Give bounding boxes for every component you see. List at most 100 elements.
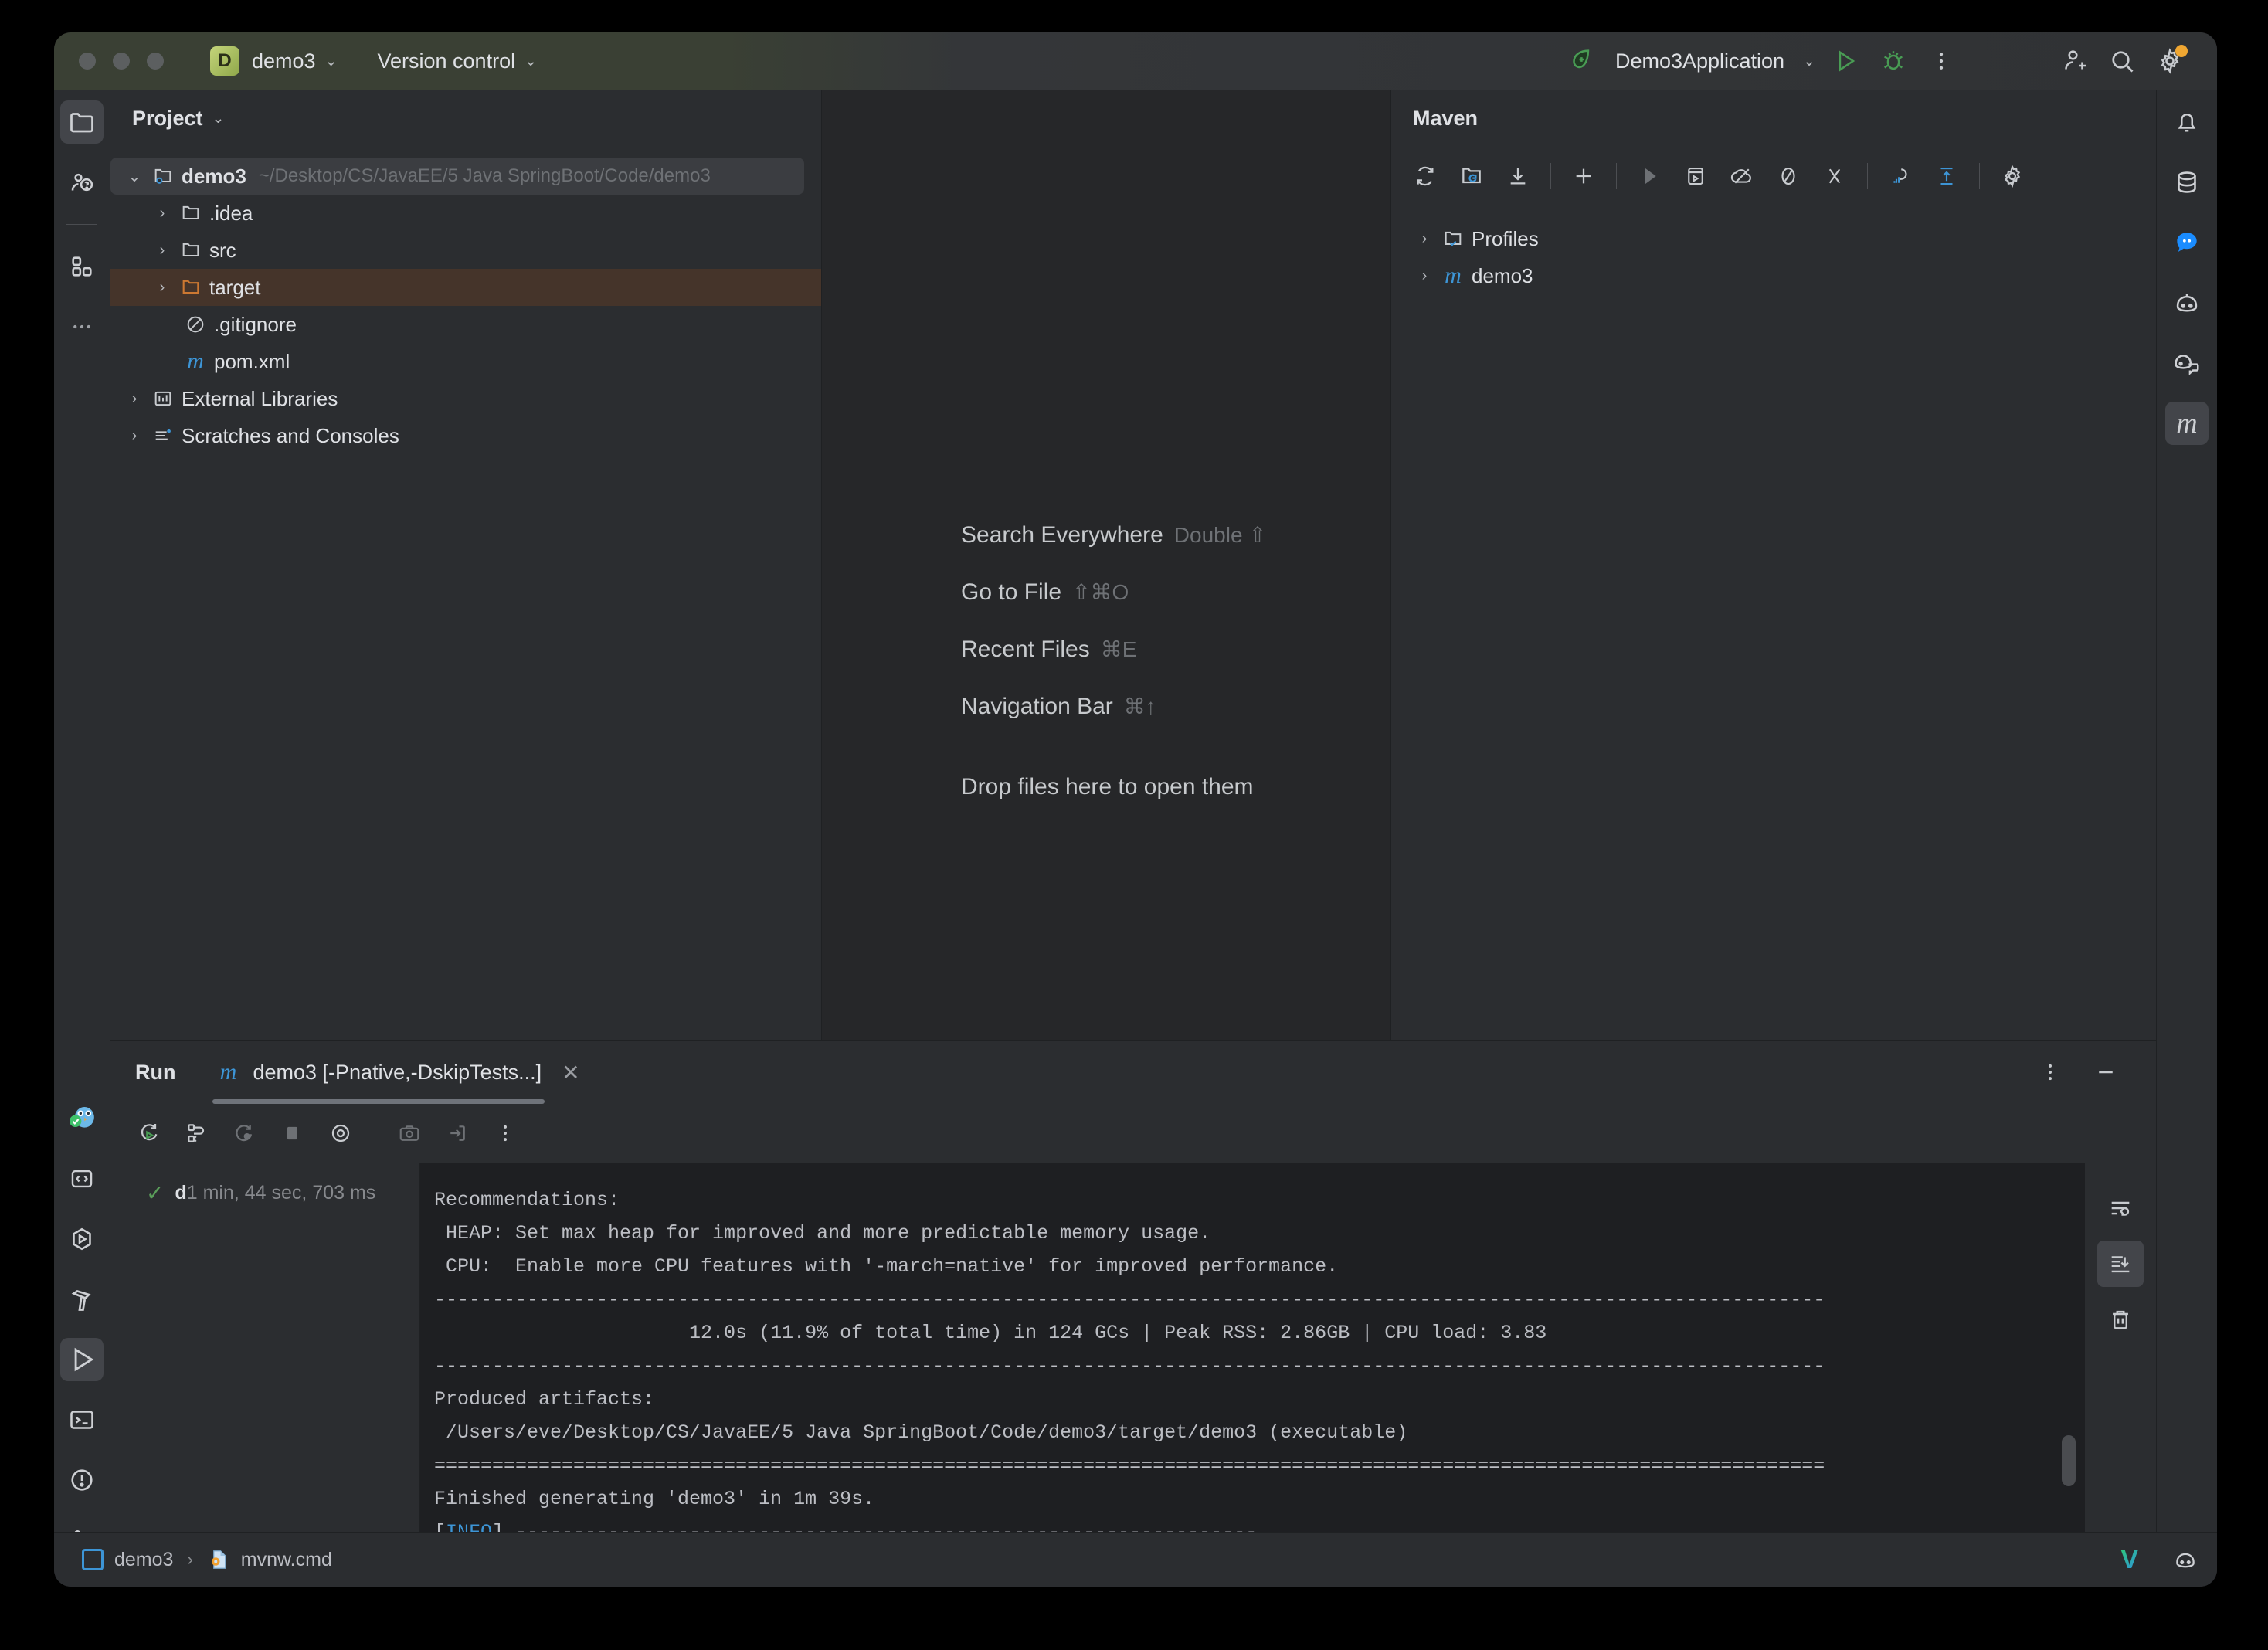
- maximize-window-button[interactable]: [147, 53, 164, 70]
- run-console-output[interactable]: Recommendations: HEAP: Set max heap for …: [420, 1163, 2085, 1587]
- sidebar-item-services[interactable]: [60, 1217, 104, 1261]
- search-icon[interactable]: [2098, 39, 2146, 83]
- tree-item-target[interactable]: › target: [110, 269, 821, 306]
- expand-arrow-icon[interactable]: ›: [1411, 267, 1438, 285]
- export-icon[interactable]: [436, 1112, 479, 1155]
- maven-tree-item-demo3[interactable]: › m demo3: [1401, 257, 2156, 294]
- breadcrumb-file-label[interactable]: mvnw.cmd: [241, 1549, 332, 1571]
- hint-go-to-file[interactable]: Go to File ⇧⌘O: [961, 579, 1267, 606]
- sidebar-item-problems[interactable]: [60, 1458, 104, 1502]
- tree-item-scratches[interactable]: › Scratches and Consoles: [110, 417, 821, 454]
- tree-item-gitignore[interactable]: .gitignore: [110, 306, 821, 343]
- run-configuration-label[interactable]: Demo3Application: [1615, 49, 1784, 73]
- project-chevron-down-icon[interactable]: ⌄: [325, 53, 338, 70]
- minimize-window-button[interactable]: [113, 53, 130, 70]
- gear-icon[interactable]: [1991, 154, 2034, 198]
- maven-tree-item-profiles[interactable]: › Profiles: [1401, 220, 2156, 257]
- sidebar-item-endpoints[interactable]: [60, 1157, 104, 1200]
- run-button[interactable]: [1822, 39, 1869, 83]
- version-control-chevron-down-icon[interactable]: ⌄: [525, 53, 537, 70]
- console-vertical-scrollbar[interactable]: [2062, 1435, 2076, 1486]
- hint-recent-files[interactable]: Recent Files ⌘E: [961, 637, 1267, 663]
- soft-wrap-icon[interactable]: [2097, 1185, 2144, 1231]
- offline-icon[interactable]: [1720, 154, 1764, 198]
- trash-icon[interactable]: [2097, 1296, 2144, 1343]
- dependencies-icon[interactable]: [1879, 154, 1922, 198]
- run-config-chevron-down-icon[interactable]: ⌄: [1803, 53, 1815, 70]
- sidebar-item-ai-assistant[interactable]: [60, 161, 104, 204]
- more-vertical-icon[interactable]: [484, 1112, 527, 1155]
- hint-shortcut: Double ⇧: [1173, 523, 1267, 547]
- sidebar-item-code-with-me[interactable]: [2165, 341, 2209, 385]
- expand-arrow-icon[interactable]: ⌄: [121, 167, 148, 186]
- minimize-icon[interactable]: [2082, 1050, 2130, 1095]
- expand-arrow-icon[interactable]: ›: [121, 390, 148, 408]
- run-tree-node[interactable]: ✓ d 1 min, 44 sec, 703 ms: [110, 1163, 419, 1206]
- tree-label: demo3: [182, 164, 246, 188]
- v-logo-icon[interactable]: V: [2120, 1545, 2138, 1575]
- plus-icon[interactable]: [1562, 154, 1605, 198]
- stop-icon[interactable]: [271, 1112, 314, 1155]
- rerun-failed-icon[interactable]: [175, 1112, 219, 1155]
- camera-icon[interactable]: [388, 1112, 431, 1155]
- tree-item-pom[interactable]: m pom.xml: [110, 343, 821, 380]
- expand-arrow-icon[interactable]: ›: [1411, 230, 1438, 248]
- sidebar-item-build[interactable]: [60, 1278, 104, 1321]
- hint-navigation-bar[interactable]: Navigation Bar ⌘↑: [961, 694, 1267, 720]
- tree-item-idea[interactable]: › .idea: [110, 195, 821, 232]
- sidebar-item-project[interactable]: [60, 100, 104, 144]
- run-test-tree[interactable]: ✓ d 1 min, 44 sec, 703 ms: [110, 1163, 420, 1587]
- reload-icon[interactable]: [1404, 154, 1447, 198]
- run-configuration-selector[interactable]: Demo3Application ⌄: [1561, 46, 1822, 76]
- sidebar-item-structure[interactable]: [60, 245, 104, 288]
- sidebar-item-ai-chat[interactable]: [2165, 221, 2209, 264]
- close-window-button[interactable]: [79, 53, 96, 70]
- expand-arrow-icon[interactable]: ›: [149, 205, 175, 222]
- skip-tests-icon[interactable]: [1767, 154, 1810, 198]
- project-name-label[interactable]: demo3: [252, 49, 316, 73]
- copilot-icon[interactable]: [2172, 1546, 2198, 1573]
- tab-demo3-run[interactable]: m demo3 [-Pnative,-DskipTests...] ✕: [212, 1041, 580, 1104]
- hint-search-everywhere[interactable]: Search Everywhere Double ⇧: [961, 522, 1267, 548]
- reload-folder-icon[interactable]: [1450, 154, 1493, 198]
- tree-item-external-libraries[interactable]: › External Libraries: [110, 380, 821, 417]
- terminal-run-icon[interactable]: [1674, 154, 1717, 198]
- mvnw-file-icon: [207, 1548, 230, 1571]
- left-stripe-bottom: [60, 1097, 104, 1587]
- rerun-icon[interactable]: [127, 1112, 171, 1155]
- debug-button[interactable]: [1869, 39, 1917, 83]
- close-icon[interactable]: ✕: [562, 1060, 579, 1085]
- scroll-to-end-icon[interactable]: [2097, 1241, 2144, 1287]
- more-vertical-icon[interactable]: [2026, 1050, 2074, 1095]
- collapse-icon[interactable]: [1813, 154, 1856, 198]
- expand-icon[interactable]: [1925, 154, 1968, 198]
- status-bar: demo3 › mvnw.cmd V: [54, 1532, 2217, 1587]
- tree-item-src[interactable]: › src: [110, 232, 821, 269]
- play-icon[interactable]: [1628, 154, 1671, 198]
- sidebar-item-maven[interactable]: m: [2165, 402, 2209, 445]
- ide-window: D demo3 ⌄ Version control ⌄ Demo3Applica…: [54, 32, 2217, 1587]
- sidebar-item-more[interactable]: [60, 305, 104, 348]
- download-icon[interactable]: [1496, 154, 1540, 198]
- sidebar-item-notifications[interactable]: [2165, 100, 2209, 144]
- sidebar-item-database[interactable]: [2165, 161, 2209, 204]
- expand-arrow-icon[interactable]: ›: [149, 242, 175, 260]
- sidebar-item-sonarqube[interactable]: [60, 1097, 104, 1140]
- sidebar-item-terminal[interactable]: [60, 1398, 104, 1441]
- more-actions-button[interactable]: [1917, 39, 1965, 83]
- sidebar-item-copilot[interactable]: [2165, 281, 2209, 324]
- expand-arrow-icon[interactable]: ›: [121, 427, 148, 445]
- eye-icon[interactable]: [319, 1112, 362, 1155]
- breadcrumb[interactable]: demo3 › mvnw.cmd: [82, 1548, 332, 1571]
- tree-item-demo3[interactable]: ⌄ demo3 ~/Desktop/CS/JavaEE/5 Java Sprin…: [110, 158, 804, 195]
- breadcrumb-module-label[interactable]: demo3: [114, 1549, 173, 1571]
- add-user-icon[interactable]: [2050, 39, 2098, 83]
- restart-icon[interactable]: [223, 1112, 267, 1155]
- project-panel-chevron-down-icon[interactable]: ⌄: [212, 110, 225, 127]
- version-control-label[interactable]: Version control: [377, 49, 515, 73]
- settings-gear-icon[interactable]: [2146, 39, 2194, 83]
- window-controls[interactable]: [79, 53, 164, 70]
- expand-arrow-icon[interactable]: ›: [149, 279, 175, 297]
- sidebar-item-run[interactable]: [60, 1338, 104, 1381]
- editor-empty-area[interactable]: Search Everywhere Double ⇧ Go to File ⇧⌘O …: [822, 90, 1391, 1040]
